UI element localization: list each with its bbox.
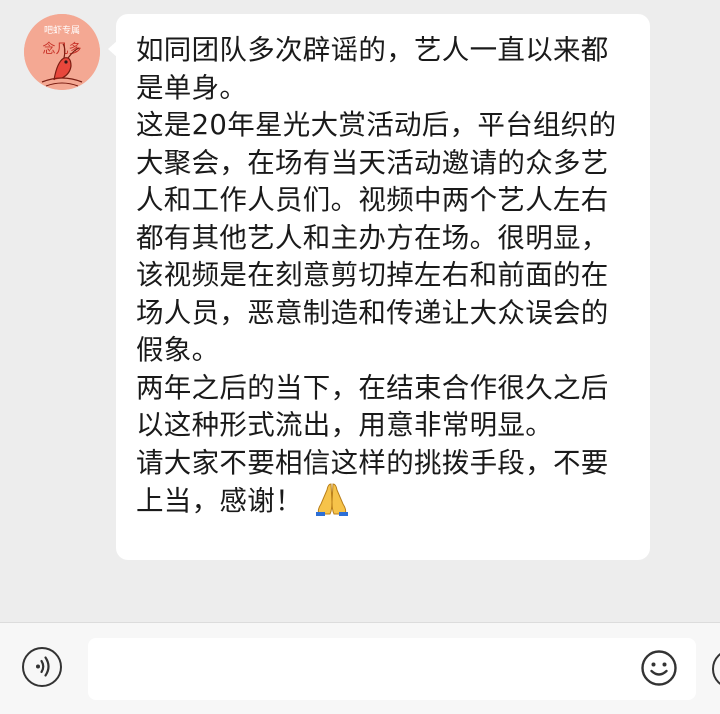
avatar-text: 念几多 — [42, 41, 81, 57]
sender-avatar[interactable]: 吧虾专属 念几多 — [24, 14, 100, 90]
voice-button[interactable] — [22, 647, 62, 687]
folded-hands-icon — [313, 482, 351, 527]
chat-area: 吧虾专属 念几多 如同团队多次辟谣的，艺人一直以来都是单身。 这是20年星光大赏… — [0, 0, 720, 622]
message-paragraph-4-text: 请大家不要相信这样的挑拨手段，不要上当，感谢！ — [136, 446, 609, 518]
input-bar — [0, 622, 720, 714]
plus-button[interactable] — [712, 649, 720, 689]
message-paragraph-3: 两年之后的当下，在结束合作很久之后以这种形式流出，用意非常明显。 — [136, 371, 609, 442]
message-paragraph-1: 如同团队多次辟谣的，艺人一直以来都是单身。 — [136, 34, 609, 104]
message-paragraph-4: 请大家不要相信这样的挑拨手段，不要上当，感谢！ — [136, 445, 636, 527]
smiley-icon — [641, 650, 677, 686]
message-bubble[interactable]: 如同团队多次辟谣的，艺人一直以来都是单身。 这是20年星光大赏活动后，平台组织的… — [116, 14, 650, 560]
voice-icon — [36, 656, 50, 677]
message-input[interactable] — [88, 638, 696, 700]
avatar-image: 吧虾专属 念几多 — [24, 14, 100, 90]
avatar-caption: 吧虾专属 — [44, 24, 80, 36]
message-paragraph-2: 这是20年星光大赏活动后，平台组织的大聚会，在场有当天活动邀请的众多艺人和工作人… — [136, 109, 617, 366]
emoji-button[interactable] — [640, 649, 678, 687]
plus-icon — [714, 651, 720, 687]
